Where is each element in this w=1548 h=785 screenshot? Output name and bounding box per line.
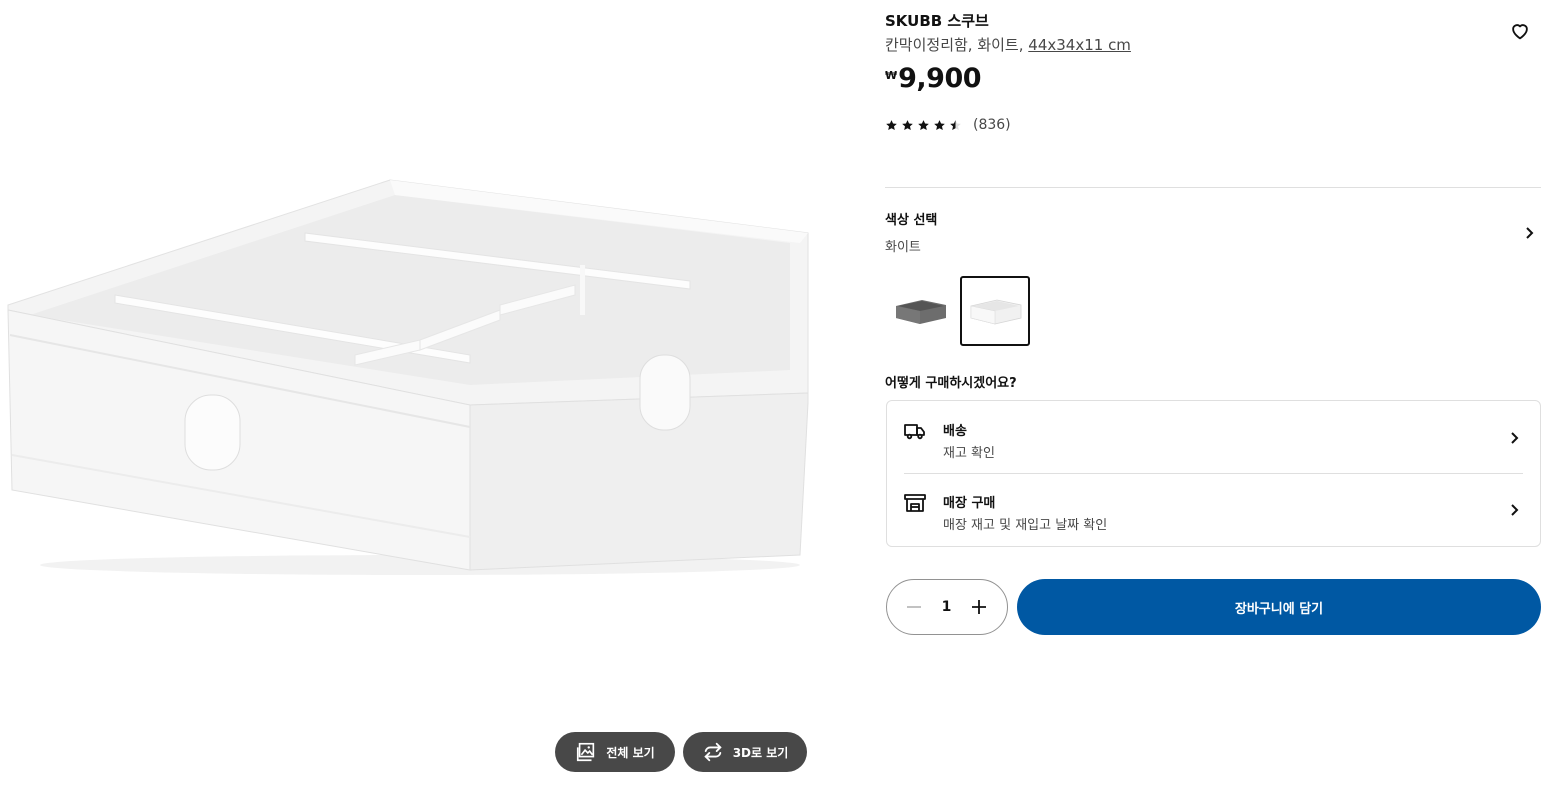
minus-icon[interactable] (905, 598, 923, 616)
quantity-stepper: 1 (886, 579, 1008, 635)
view-3d-button[interactable]: 3D로 보기 (683, 732, 807, 772)
color-selected-value: 화이트 (885, 240, 921, 255)
view-3d-label: 3D로 보기 (732, 745, 789, 760)
rating-stars (885, 119, 962, 132)
product-dimensions-link[interactable]: 44x34x11 cm (1028, 36, 1131, 54)
swatch-white[interactable] (960, 276, 1030, 346)
star-icon (934, 119, 945, 130)
star-icon (902, 119, 913, 130)
gray-box-thumbnail (896, 300, 946, 324)
product-image[interactable] (0, 165, 830, 585)
store-title: 매장 구매 (943, 496, 996, 511)
star-icon (886, 119, 897, 130)
add-to-cart-button[interactable]: 장바구니에 담기 (1017, 579, 1541, 635)
truck-icon (904, 424, 925, 440)
product-media: 전체 보기 3D로 보기 (0, 0, 860, 785)
color-selector[interactable]: 색상 선택 화이트 (885, 205, 1541, 261)
delivery-title: 배송 (943, 424, 967, 439)
product-info: SKUBB 스쿠브 칸막이정리함, 화이트, 44x34x11 cm ₩ 9,9… (885, 0, 1541, 785)
purchase-options: 배송 재고 확인 매장 구매 매장 재고 및 재입고 날짜 확인 (886, 400, 1541, 547)
star-icon (950, 119, 961, 130)
wishlist-heart-icon[interactable] (1509, 20, 1531, 42)
chevron-right-icon (1511, 432, 1519, 444)
product-description: 칸막이정리함, 화이트, 44x34x11 cm (885, 36, 1131, 54)
review-count: (836) (973, 117, 1011, 133)
quantity-value[interactable]: 1 (942, 599, 952, 615)
delivery-option[interactable]: 배송 재고 확인 (887, 401, 1540, 471)
purchase-question: 어떻게 구매하시겠어요? (885, 376, 1017, 391)
store-purchase-option[interactable]: 매장 구매 매장 재고 및 재입고 날짜 확인 (887, 473, 1540, 543)
divider (885, 187, 1541, 188)
store-subtitle: 매장 재고 및 재입고 날짜 확인 (943, 518, 1108, 533)
product-rating[interactable]: (836) (885, 115, 1011, 135)
star-icon (918, 119, 929, 130)
delivery-subtitle: 재고 확인 (943, 446, 995, 461)
product-description-text: 칸막이정리함, 화이트, (885, 36, 1029, 54)
chevron-right-icon (1526, 227, 1534, 239)
swatch-gray[interactable] (885, 276, 955, 346)
color-label: 색상 선택 (885, 213, 938, 228)
currency-symbol: ₩ (885, 69, 898, 82)
product-price: ₩ 9,900 (885, 62, 982, 96)
white-box-thumbnail (970, 299, 1022, 325)
store-icon (904, 494, 926, 512)
full-view-label: 전체 보기 (606, 745, 655, 760)
gallery-icon (577, 742, 595, 762)
plus-icon[interactable] (970, 598, 988, 616)
full-view-button[interactable]: 전체 보기 (555, 732, 675, 772)
rotate-3d-icon (704, 742, 722, 762)
chevron-right-icon (1511, 504, 1519, 516)
price-amount: 9,900 (898, 63, 982, 94)
product-name: SKUBB 스쿠브 (885, 12, 989, 30)
